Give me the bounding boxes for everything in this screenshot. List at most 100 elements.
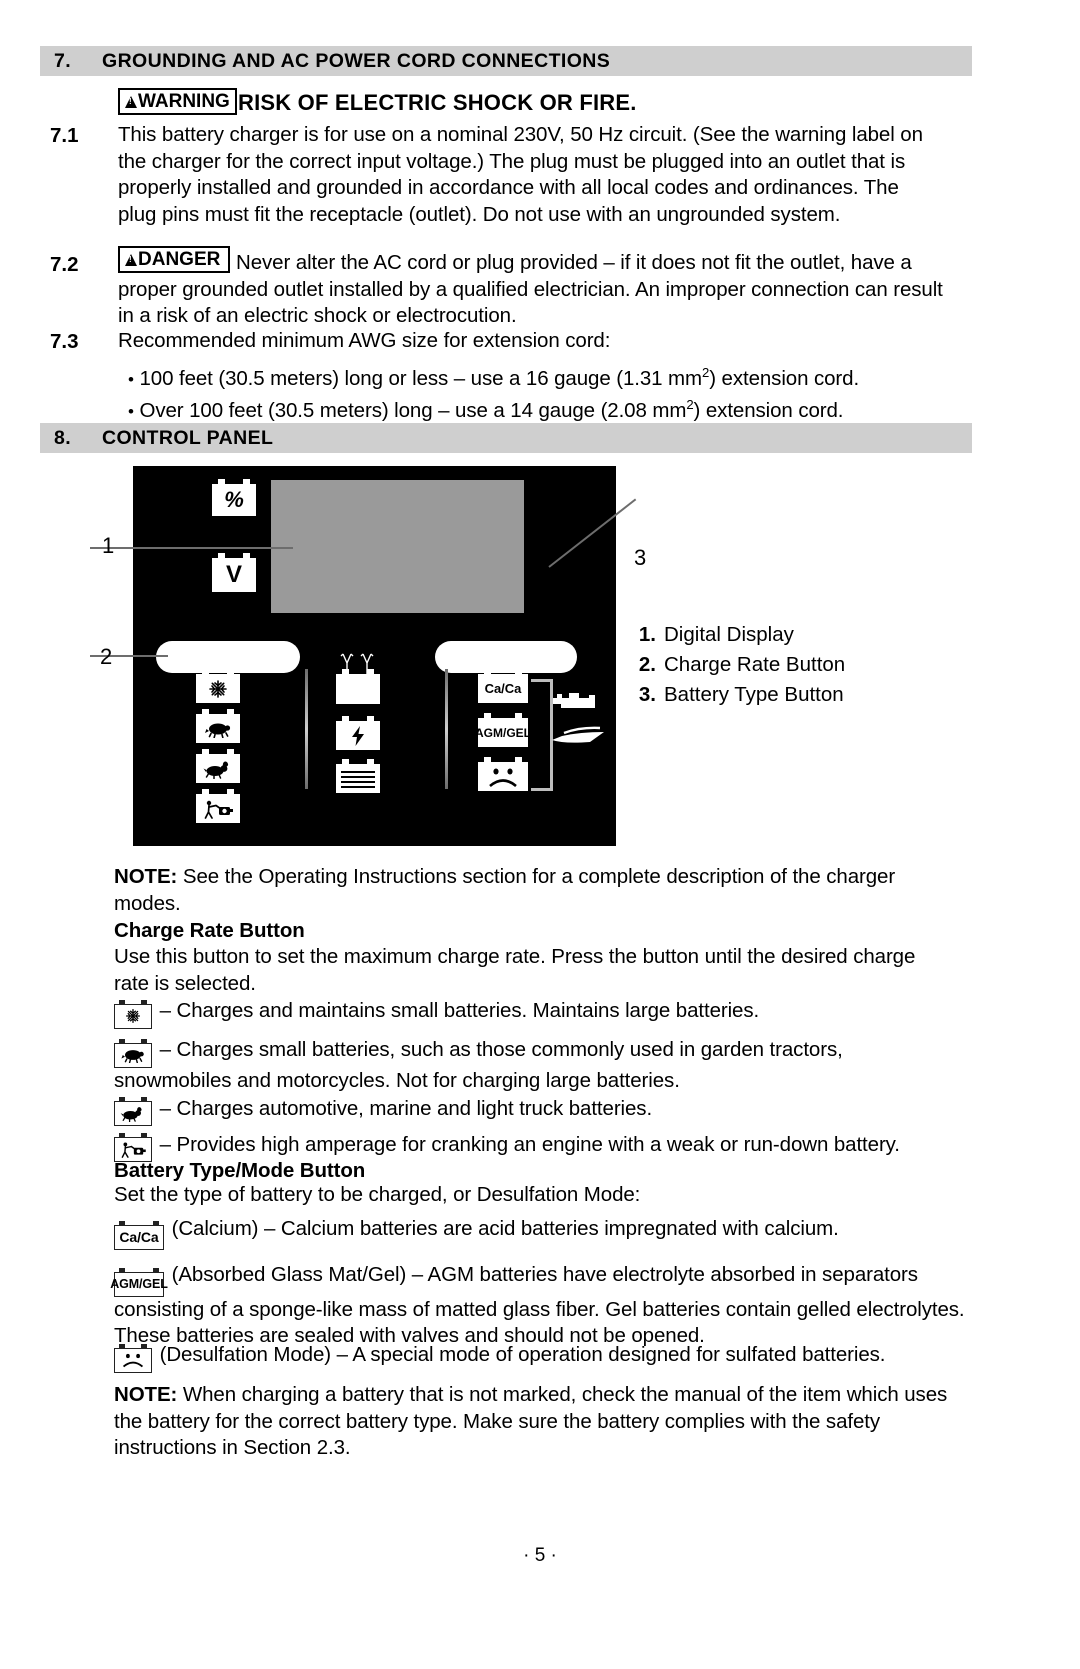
- snowflake-icon: [209, 679, 227, 698]
- legend-item-1: 1. Digital Display: [634, 620, 845, 650]
- clause-7-3-number: 7.3: [50, 330, 79, 353]
- charge-rate-item-4-text: – Provides high amperage for cranking an…: [159, 1133, 900, 1156]
- calcium-battery-icon-inline: Ca/Ca: [114, 1220, 164, 1250]
- clause-7-1-number: 7.1: [50, 124, 79, 147]
- section-header-8: 8. CONTROL PANEL: [40, 423, 972, 453]
- legend-item-2-key: 2.: [638, 653, 656, 676]
- callout-3-number: 3: [634, 545, 647, 570]
- turtle-icon: [121, 1050, 144, 1063]
- snowflake-battery-icon-inline: [114, 999, 152, 1029]
- agm-gel-battery-icon-inline: AGM/GEL: [110, 1267, 168, 1297]
- engine-crank-battery-icon: [196, 789, 240, 823]
- bolt-icon: [352, 725, 364, 746]
- calcium-inline-label: Ca/Ca: [119, 1229, 159, 1245]
- sad-face-icon: [489, 768, 517, 787]
- sad-face-icon: [122, 1353, 144, 1368]
- awg-bullet-1-post: ) extension cord.: [709, 366, 860, 390]
- note-2-label: NOTE:: [114, 1383, 178, 1406]
- clause-7-2-text: Never alter the AC cord or plug provided…: [118, 251, 943, 327]
- awg-bullet-1-pre: 100 feet (30.5 meters) long or less – us…: [139, 366, 702, 390]
- calcium-battery-icon: Ca/Ca: [478, 669, 528, 703]
- charge-rate-heading: Charge Rate Button: [114, 919, 305, 942]
- callout-1-number: 1: [102, 533, 115, 558]
- turtle-battery-icon: [196, 709, 240, 743]
- battery-type-item-2: AGM/GEL (Absorbed Glass Mat/Gel) – AGM b…: [110, 1262, 974, 1350]
- charge-rate-item-3: – Charges automotive, marine and light t…: [114, 1096, 964, 1126]
- bullet-dot-icon-2: •: [128, 401, 134, 421]
- charge-level-bars-icon: [341, 770, 375, 788]
- note-1-text: See the Operating Instructions section f…: [114, 865, 896, 915]
- turtle-icon: [205, 723, 231, 738]
- clause-7-1-text: This battery charger is for use on a nom…: [118, 123, 923, 226]
- section-8-number: 8.: [54, 426, 72, 449]
- charge-rate-item-3-text: – Charges automotive, marine and light t…: [159, 1097, 653, 1120]
- clause-7-2-number: 7.2: [50, 253, 79, 276]
- note-1-label: NOTE:: [114, 865, 178, 888]
- digital-display: [271, 480, 524, 613]
- note-2: NOTE: When charging a battery that is no…: [114, 1382, 974, 1462]
- control-panel-illustration: % V Ca/Ca AGM/GEL: [133, 466, 616, 846]
- rabbit-battery-icon-inline: [114, 1097, 152, 1126]
- snowflake-battery-icon: [196, 669, 240, 703]
- percent-battery-icon: %: [212, 479, 256, 516]
- legend-item-3: 3. Battery Type Button: [634, 680, 845, 710]
- battery-type-item-2-text: (Absorbed Glass Mat/Gel) – AGM batteries…: [114, 1263, 965, 1348]
- awg-bullet-2: • Over 100 feet (30.5 meters) long – use…: [128, 392, 968, 425]
- charge-rate-item-1: – Charges and maintains small batteries.…: [114, 998, 964, 1029]
- rabbit-icon: [120, 1107, 142, 1122]
- engine-icon: [553, 693, 595, 708]
- section-7-title: GROUNDING AND AC POWER CORD CONNECTIONS: [102, 49, 611, 72]
- charged-battery-icon: [336, 759, 380, 793]
- warning-headline: RISK OF ELECTRIC SHOCK OR FIRE.: [238, 90, 637, 115]
- document-page: 7. GROUNDING AND AC POWER CORD CONNECTIO…: [0, 0, 1080, 1669]
- panel-divider-1: [305, 669, 308, 789]
- note-1: NOTE: See the Operating Instructions sec…: [114, 864, 964, 917]
- legend-item-1-key: 1.: [638, 623, 656, 646]
- note-2-text: When charging a battery that is not mark…: [114, 1383, 948, 1459]
- legend-item-2: 2. Charge Rate Button: [634, 650, 845, 680]
- legend-item-1-label: Digital Display: [664, 623, 794, 646]
- turtle-battery-icon-inline: [114, 1038, 152, 1068]
- charge-rate-item-2: – Charges small batteries, such as those…: [114, 1037, 964, 1094]
- battery-type-item-1: Ca/Ca (Calcium) – Calcium batteries are …: [114, 1216, 974, 1250]
- warning-badge-label: WARNING: [138, 91, 230, 112]
- awg-bullet-1: • 100 feet (30.5 meters) long or less – …: [128, 360, 968, 393]
- section-header-7: 7. GROUNDING AND AC POWER CORD CONNECTIO…: [40, 46, 972, 76]
- battery-type-intro: Set the type of battery to be charged, o…: [114, 1183, 641, 1206]
- page-number: · 5 ·: [523, 1545, 557, 1566]
- battery-type-item-1-text: (Calcium) – Calcium batteries are acid b…: [171, 1217, 839, 1240]
- rabbit-battery-icon: [196, 749, 240, 783]
- battery-clamps-icon: [336, 653, 380, 704]
- legend-item-3-key: 3.: [638, 683, 656, 706]
- agm-gel-battery-icon: AGM/GEL: [475, 713, 531, 747]
- charge-rate-intro: Use this button to set the maximum charg…: [114, 945, 916, 995]
- boat-icon: [552, 726, 604, 743]
- awg-bullet-2-post: ) extension cord.: [693, 398, 844, 422]
- battery-type-item-3: (Desulfation Mode) – A special mode of o…: [114, 1342, 974, 1373]
- legend-item-3-label: Battery Type Button: [664, 683, 844, 706]
- battery-type-heading: Battery Type/Mode Button: [114, 1159, 366, 1182]
- snowflake-icon: [125, 1008, 141, 1024]
- engine-crank-icon: [121, 1142, 146, 1158]
- panel-divider-2: [445, 669, 448, 789]
- bullet-dot-icon: •: [128, 369, 134, 389]
- rabbit-icon: [203, 761, 229, 779]
- section-7-number: 7.: [54, 49, 72, 72]
- callout-2-number: 2: [100, 644, 113, 669]
- calcium-icon-label: Ca/Ca: [484, 681, 522, 696]
- awg-bullet-2-sup: 2: [686, 397, 694, 412]
- volt-icon-label: V: [225, 561, 242, 588]
- agm-icon-label: AGM/GEL: [475, 725, 531, 740]
- desulfation-sad-battery-icon-inline: [114, 1343, 152, 1373]
- engine-crank-icon: [204, 800, 233, 819]
- warning-triangle-icon: [125, 95, 137, 108]
- awg-bullet-2-pre: Over 100 feet (30.5 meters) long – use a…: [139, 398, 687, 422]
- desulfation-sad-battery-icon: [478, 757, 528, 791]
- percent-icon-label: %: [224, 487, 244, 512]
- clamps-icon: [340, 653, 374, 675]
- clause-7-3-text: Recommended minimum AWG size for extensi…: [118, 329, 611, 352]
- legend-item-2-label: Charge Rate Button: [664, 653, 846, 676]
- callout-1-leader: [90, 547, 293, 549]
- charge-rate-item-1-text: – Charges and maintains small batteries.…: [159, 999, 760, 1022]
- battery-type-button[interactable]: [435, 641, 577, 673]
